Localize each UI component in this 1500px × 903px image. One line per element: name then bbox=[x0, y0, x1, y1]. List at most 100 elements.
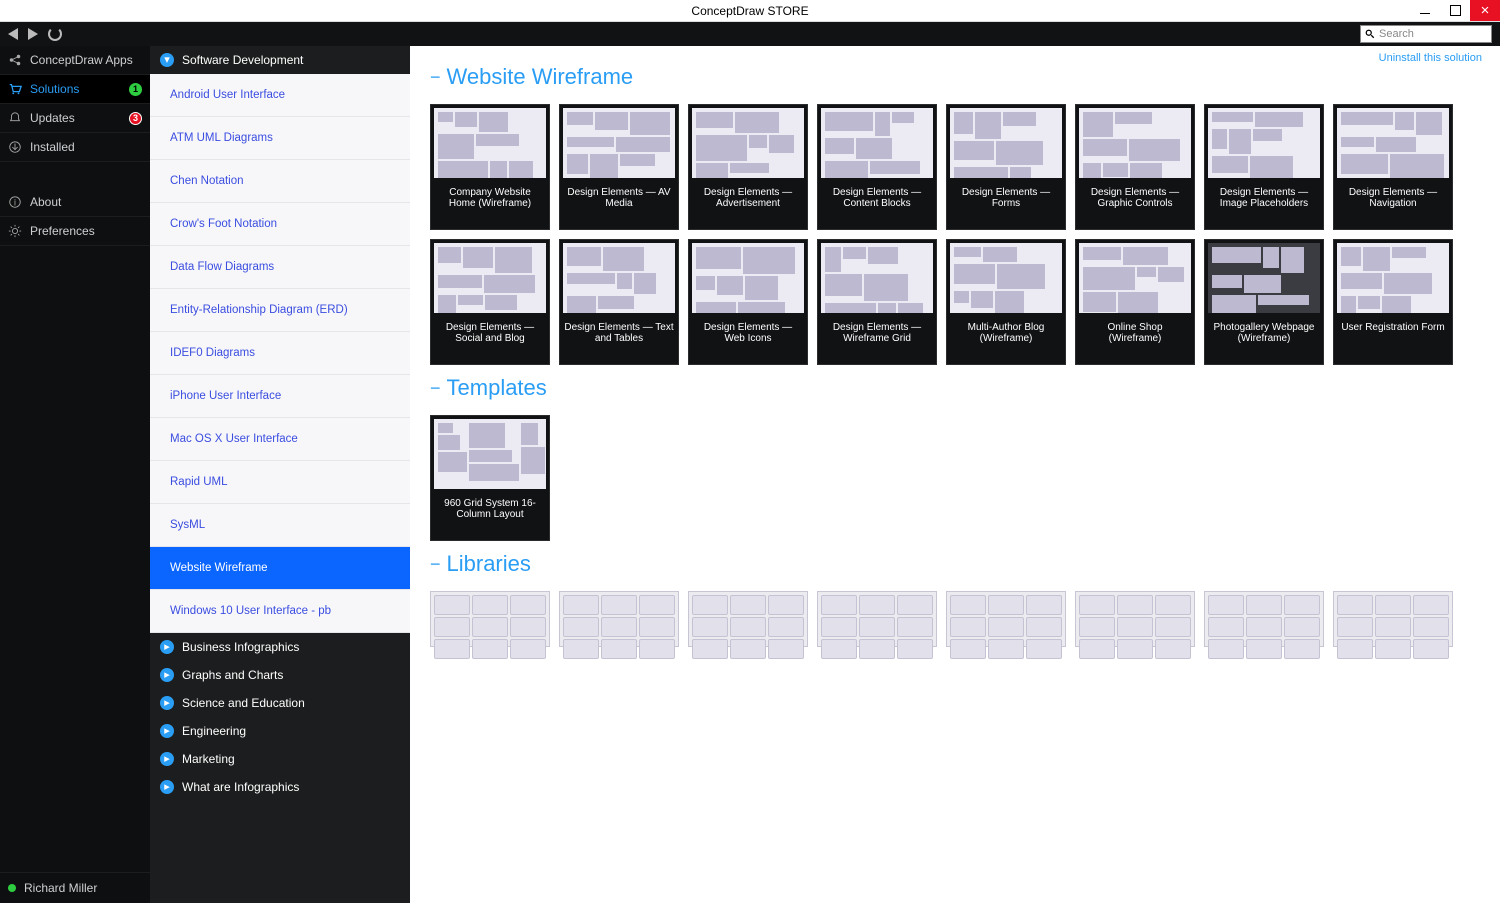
search-placeholder: Search bbox=[1379, 28, 1414, 40]
subcategory-item[interactable]: SysML bbox=[150, 504, 410, 547]
close-button[interactable]: × bbox=[1470, 0, 1500, 21]
library-card[interactable] bbox=[1333, 591, 1453, 647]
template-card[interactable]: Multi-Author Blog (Wireframe) bbox=[946, 239, 1066, 365]
template-card[interactable]: Design Elements — Advertisement bbox=[688, 104, 808, 230]
subcategory-item[interactable]: Crow's Foot Notation bbox=[150, 203, 410, 246]
template-card[interactable]: Design Elements — AV Media bbox=[559, 104, 679, 230]
svg-text:i: i bbox=[14, 198, 16, 208]
sidebar-item-about[interactable]: i About bbox=[0, 188, 150, 217]
subcategory-item[interactable]: Data Flow Diagrams bbox=[150, 246, 410, 289]
library-card[interactable] bbox=[817, 591, 937, 647]
window-controls: × bbox=[1410, 0, 1500, 21]
card-label: Design Elements — Image Placeholders bbox=[1205, 181, 1323, 229]
category-item[interactable]: ▸ Science and Education bbox=[150, 689, 410, 717]
bell-icon bbox=[8, 111, 22, 125]
content-area: Uninstall this solution − Website Wirefr… bbox=[410, 46, 1500, 903]
card-grid: 960 Grid System 16-Column Layout bbox=[430, 415, 1480, 541]
minimize-button[interactable] bbox=[1410, 0, 1440, 21]
category-software-development[interactable]: ▾ Software Development bbox=[150, 46, 410, 74]
template-card[interactable]: 960 Grid System 16-Column Layout bbox=[430, 415, 550, 541]
section-title: Templates bbox=[447, 375, 547, 401]
template-card[interactable]: Design Elements — Navigation bbox=[1333, 104, 1453, 230]
thumbnail bbox=[1334, 105, 1452, 181]
library-card[interactable] bbox=[430, 591, 550, 647]
card-label: Design Elements — Web Icons bbox=[689, 316, 807, 364]
sidebar-item-apps[interactable]: ConceptDraw Apps bbox=[0, 46, 150, 75]
template-card[interactable]: Design Elements — Forms bbox=[946, 104, 1066, 230]
subcategory-item[interactable]: Android User Interface bbox=[150, 74, 410, 117]
subcategory-item[interactable]: Entity-Relationship Diagram (ERD) bbox=[150, 289, 410, 332]
card-label: Design Elements — Navigation bbox=[1334, 181, 1452, 229]
template-card[interactable]: Design Elements — Wireframe Grid bbox=[817, 239, 937, 365]
section-header[interactable]: − Website Wireframe bbox=[430, 64, 1480, 90]
library-card[interactable] bbox=[688, 591, 808, 647]
thumbnail bbox=[1205, 240, 1323, 316]
category-item[interactable]: ▸ Marketing bbox=[150, 745, 410, 773]
thumbnail bbox=[818, 240, 936, 316]
sidebar-item-installed[interactable]: Installed bbox=[0, 133, 150, 162]
template-card[interactable]: Online Shop (Wireframe) bbox=[1075, 239, 1195, 365]
section-header[interactable]: − Libraries bbox=[430, 551, 1480, 577]
sidebar-item-label: ConceptDraw Apps bbox=[30, 53, 133, 67]
template-card[interactable]: Company Website Home (Wireframe) bbox=[430, 104, 550, 230]
info-icon: i bbox=[8, 195, 22, 209]
search-input[interactable]: Search bbox=[1360, 25, 1492, 43]
subcategory-item[interactable]: Website Wireframe bbox=[150, 547, 410, 590]
category-item[interactable]: ▸ Engineering bbox=[150, 717, 410, 745]
category-label: What are Infographics bbox=[182, 780, 299, 794]
share-icon bbox=[8, 53, 22, 67]
sidebar-item-prefs[interactable]: Preferences bbox=[0, 217, 150, 246]
category-item[interactable]: ▸ Graphs and Charts bbox=[150, 661, 410, 689]
category-label: Engineering bbox=[182, 724, 246, 738]
presence-dot-icon bbox=[8, 884, 16, 892]
uninstall-link[interactable]: Uninstall this solution bbox=[1379, 52, 1482, 64]
card-label: Design Elements — Advertisement bbox=[689, 181, 807, 229]
thumbnail bbox=[818, 105, 936, 181]
template-card[interactable]: Photogallery Webpage (Wireframe) bbox=[1204, 239, 1324, 365]
expand-icon: ▸ bbox=[160, 668, 174, 682]
subcategory-item[interactable]: IDEF0 Diagrams bbox=[150, 332, 410, 375]
user-status[interactable]: Richard Miller bbox=[0, 872, 150, 903]
category-item[interactable]: ▸ What are Infographics bbox=[150, 773, 410, 801]
section-header[interactable]: − Templates bbox=[430, 375, 1480, 401]
library-card[interactable] bbox=[559, 591, 679, 647]
collapse-icon: − bbox=[430, 378, 441, 399]
window-title: ConceptDraw STORE bbox=[691, 4, 808, 18]
subcategory-item[interactable]: Windows 10 User Interface - pb bbox=[150, 590, 410, 633]
maximize-button[interactable] bbox=[1440, 0, 1470, 21]
category-item[interactable]: ▸ Business Infographics bbox=[150, 633, 410, 661]
template-card[interactable]: User Registration Form bbox=[1333, 239, 1453, 365]
sidebar-item-solutions[interactable]: Solutions 1 bbox=[0, 75, 150, 104]
card-label: Multi-Author Blog (Wireframe) bbox=[947, 316, 1065, 364]
library-card[interactable] bbox=[1075, 591, 1195, 647]
sidebar-item-updates[interactable]: Updates 3 bbox=[0, 104, 150, 133]
card-label: Design Elements — Wireframe Grid bbox=[818, 316, 936, 364]
category-label: Software Development bbox=[182, 53, 303, 67]
subcategory-item[interactable]: iPhone User Interface bbox=[150, 375, 410, 418]
library-card[interactable] bbox=[946, 591, 1066, 647]
category-label: Graphs and Charts bbox=[182, 668, 283, 682]
card-grid bbox=[430, 591, 1480, 647]
collapse-icon: − bbox=[430, 67, 441, 88]
library-card[interactable] bbox=[1204, 591, 1324, 647]
template-card[interactable]: Design Elements — Graphic Controls bbox=[1075, 104, 1195, 230]
badge: 3 bbox=[129, 112, 142, 125]
primary-sidebar: ConceptDraw Apps Solutions 1 Updates 3 I… bbox=[0, 46, 150, 903]
template-card[interactable]: Design Elements — Content Blocks bbox=[817, 104, 937, 230]
subcategory-item[interactable]: ATM UML Diagrams bbox=[150, 117, 410, 160]
template-card[interactable]: Design Elements — Text and Tables bbox=[559, 239, 679, 365]
sidebar-item-label: Preferences bbox=[30, 224, 95, 238]
template-card[interactable]: Design Elements — Web Icons bbox=[688, 239, 808, 365]
refresh-button[interactable] bbox=[48, 27, 62, 41]
template-card[interactable]: Design Elements — Social and Blog bbox=[430, 239, 550, 365]
titlebar: ConceptDraw STORE × bbox=[0, 0, 1500, 22]
template-card[interactable]: Design Elements — Image Placeholders bbox=[1204, 104, 1324, 230]
collapse-icon: − bbox=[430, 554, 441, 575]
forward-button[interactable] bbox=[28, 28, 38, 40]
card-label: Design Elements — AV Media bbox=[560, 181, 678, 229]
subcategory-item[interactable]: Mac OS X User Interface bbox=[150, 418, 410, 461]
sidebar-item-label: About bbox=[30, 195, 61, 209]
subcategory-item[interactable]: Chen Notation bbox=[150, 160, 410, 203]
back-button[interactable] bbox=[8, 28, 18, 40]
subcategory-item[interactable]: Rapid UML bbox=[150, 461, 410, 504]
